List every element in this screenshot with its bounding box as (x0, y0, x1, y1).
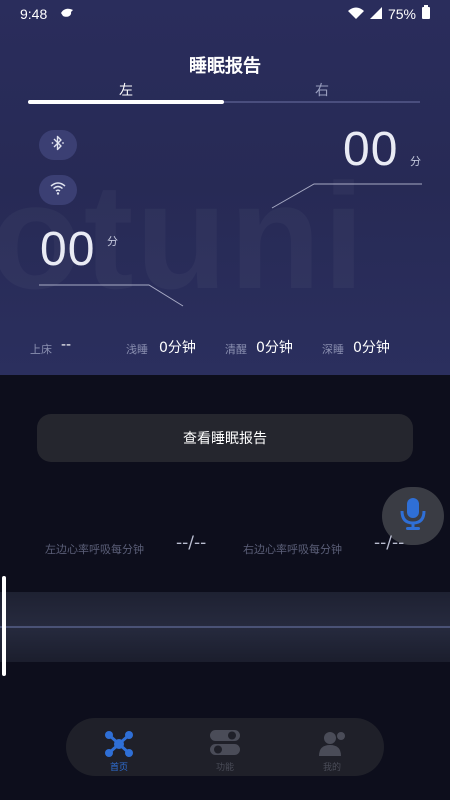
nav-label-profile: 我的 (322, 763, 341, 773)
page-title: 睡眠报告 (189, 56, 261, 77)
left-sleep-unit: 分 (107, 235, 118, 248)
nav-label-home: 首页 (109, 763, 128, 773)
microphone-icon (398, 497, 428, 535)
tab-right[interactable]: 右 (224, 80, 420, 100)
bottom-navigation: 首页 功能 我的 (66, 718, 384, 776)
nav-item-profile[interactable]: 我的 (302, 726, 362, 773)
right-pointer-line (271, 183, 422, 209)
toggles-icon (209, 729, 241, 761)
bluetooth-button[interactable] (39, 130, 77, 160)
sleep-summary-panel: otuni 9:48 75% 睡眠报告 左 右 (0, 0, 450, 375)
stat-awake-label: 清醒 (225, 343, 247, 356)
left-heart-rate-value: --/-- (176, 533, 207, 553)
stat-deep-sleep-value: 0分钟 (353, 340, 390, 356)
left-heart-rate-label: 左边心率呼吸每分钟 (45, 543, 144, 556)
status-indicators: 75% (347, 5, 430, 22)
tab-active-indicator (28, 100, 224, 104)
edge-drag-handle[interactable] (2, 576, 6, 676)
nav-item-functions[interactable]: 功能 (195, 726, 255, 773)
sleep-stats-row: 上床 -- 浅睡 0分钟 清醒 0分钟 深睡 0分钟 (30, 337, 430, 359)
view-sleep-report-button[interactable]: 查看睡眠报告 (37, 414, 413, 462)
status-time: 9:48 (20, 6, 48, 22)
right-heart-rate-label: 右边心率呼吸每分钟 (243, 543, 342, 556)
left-pointer-line (39, 284, 184, 307)
cell-signal-icon (369, 6, 382, 22)
user-icon (318, 730, 346, 762)
right-sleep-unit: 分 (410, 155, 421, 168)
status-bar: 9:48 75% (0, 0, 450, 30)
wifi-status-icon (347, 6, 364, 22)
nav-item-home[interactable]: 首页 (89, 726, 149, 773)
tab-track (28, 100, 420, 104)
wifi-icon (49, 180, 67, 200)
nav-label-functions: 功能 (215, 763, 234, 773)
waveform-line (0, 626, 450, 628)
notification-bird-icon (60, 7, 74, 23)
tab-left[interactable]: 左 (28, 80, 224, 100)
battery-percent: 75% (387, 5, 416, 22)
left-sleep-minutes: 00 (40, 223, 96, 276)
stat-bedtime-label: 上床 (30, 343, 52, 356)
battery-icon (422, 5, 430, 22)
bluetooth-icon (50, 134, 66, 156)
stat-light-sleep-value: 0分钟 (159, 340, 196, 356)
right-sleep-minutes: 00 (343, 123, 399, 176)
stat-deep-sleep-label: 深睡 (322, 343, 344, 356)
wifi-button[interactable] (39, 175, 77, 205)
stat-awake-value: 0分钟 (256, 340, 293, 356)
stat-bedtime-value: -- (61, 337, 72, 353)
right-heart-rate-value: --/-- (374, 533, 405, 553)
stat-light-sleep-label: 浅睡 (126, 343, 148, 356)
home-nodes-icon (104, 730, 134, 762)
